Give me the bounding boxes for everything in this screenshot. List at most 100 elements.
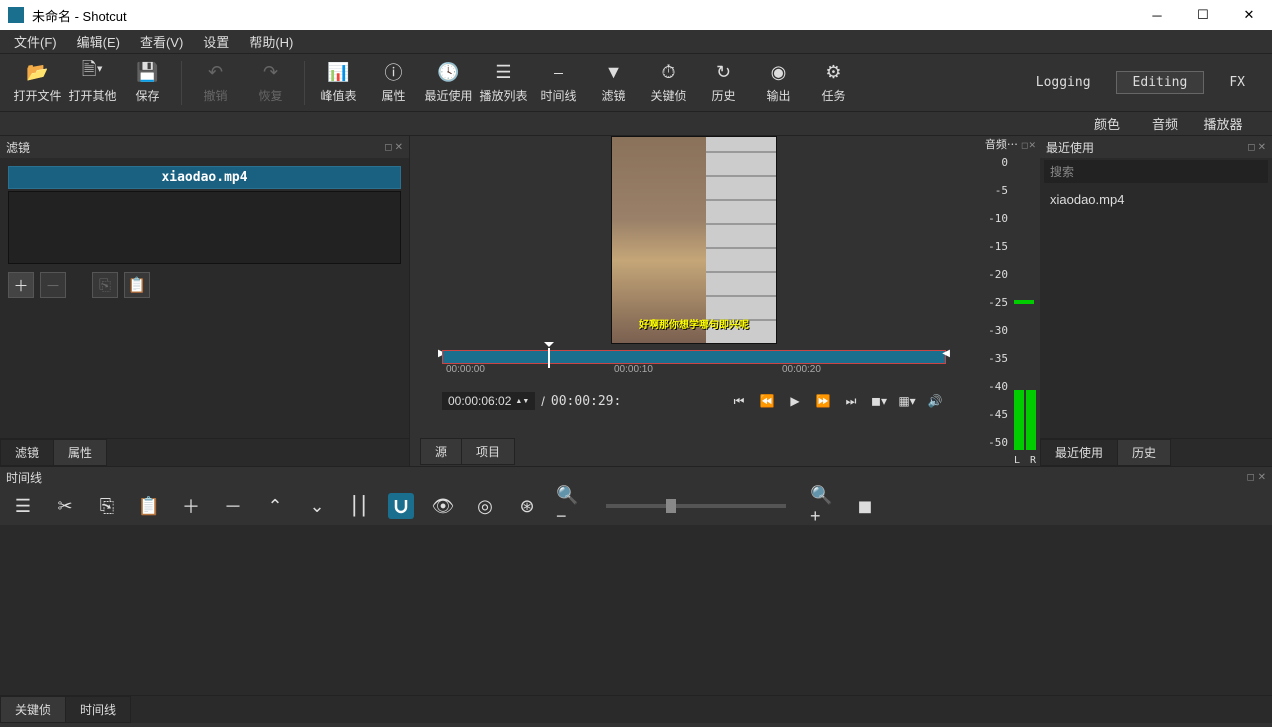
undock-icon[interactable]: ◻ (1247, 472, 1255, 483)
overwrite-button[interactable]: ⌄ (304, 493, 330, 519)
playlist-button[interactable]: ☰播放列表 (476, 56, 531, 110)
ripple-button[interactable]: ◎ (472, 493, 498, 519)
properties-button[interactable]: ⓘ属性 (366, 56, 421, 110)
redo-icon: ↷ (263, 61, 278, 83)
scrub-bar[interactable]: ▶ ◀ 00:00:00 00:00:10 00:00:20 (442, 350, 946, 386)
tab-source[interactable]: 源 (420, 438, 462, 465)
snap-button[interactable] (388, 493, 414, 519)
undo-icon: ↶ (208, 61, 223, 83)
peak-meter-button[interactable]: 📊峰值表 (311, 56, 366, 110)
menu-edit[interactable]: 编辑(E) (67, 30, 130, 53)
disc-icon: ◉ (771, 61, 787, 83)
tab-filters[interactable]: 滤镜 (0, 439, 54, 466)
zoom-dropdown[interactable]: ◼▾ (868, 390, 890, 412)
cut-button[interactable]: ✂ (52, 493, 78, 519)
player-panel: 好啊那你想学哪句即兴呢 ▶ ◀ 00:00:00 00:00:10 00:00:… (410, 136, 978, 466)
close-panel-icon[interactable]: ✕ (1258, 142, 1266, 153)
open-other-button[interactable]: 🗎▾打开其他 (65, 56, 120, 110)
timeline-button[interactable]: ⎯时间线 (531, 56, 586, 110)
ruler-tick: 00:00:10 (614, 364, 653, 375)
channel-row: 颜色 音频 播放器 (0, 112, 1272, 136)
lift-button[interactable]: ⌃ (262, 493, 288, 519)
out-marker-icon[interactable]: ◀ (942, 348, 950, 359)
open-file-button[interactable]: 📂打开文件 (10, 56, 65, 110)
video-preview[interactable]: 好啊那你想学哪句即兴呢 (611, 136, 777, 344)
close-button[interactable]: ✕ (1226, 0, 1272, 30)
audio-channel[interactable]: 音频 (1136, 114, 1194, 133)
zoom-in-button[interactable]: 🔍+ (810, 493, 836, 519)
tab-properties[interactable]: 属性 (53, 439, 107, 466)
db-label: -30 (984, 324, 1008, 337)
paste-button[interactable]: 📋 (136, 493, 162, 519)
save-button[interactable]: 💾保存 (120, 56, 175, 110)
tab-keyframes[interactable]: 关键侦 (0, 696, 66, 723)
history-button[interactable]: ↻历史 (696, 56, 751, 110)
skip-start-button[interactable]: ⏮ (728, 390, 750, 412)
menubar: 文件(F) 编辑(E) 查看(V) 设置 帮助(H) (0, 30, 1272, 54)
close-panel-icon[interactable]: ◻✕ (1021, 140, 1036, 150)
skip-end-button[interactable]: ⏭ (840, 390, 862, 412)
peak-indicator (1014, 300, 1034, 304)
minimize-button[interactable]: ─ (1134, 0, 1180, 30)
rewind-button[interactable]: ⏪ (756, 390, 778, 412)
tab-recent[interactable]: 最近使用 (1040, 439, 1118, 466)
add-filter-button[interactable]: ＋ (8, 272, 34, 298)
remove-filter-button[interactable]: － (40, 272, 66, 298)
tab-project[interactable]: 项目 (461, 438, 515, 465)
undo-button[interactable]: ↶撤销 (188, 56, 243, 110)
maximize-button[interactable]: ☐ (1180, 0, 1226, 30)
clock-icon: 🕓 (437, 61, 459, 83)
export-button[interactable]: ◉输出 (751, 56, 806, 110)
db-scale: 0-5-10-15-20-25-30-35-40-45-50 (978, 156, 1040, 426)
close-panel-icon[interactable]: ✕ (395, 142, 403, 153)
recent-panel-title: 最近使用 (1046, 139, 1094, 156)
keyframes-button[interactable]: ⏱关键侦 (641, 56, 696, 110)
menu-button[interactable]: ☰ (10, 493, 36, 519)
remove-button[interactable]: － (220, 493, 246, 519)
append-button[interactable]: ＋ (178, 493, 204, 519)
menu-settings[interactable]: 设置 (193, 30, 239, 53)
grid-dropdown[interactable]: ▦▾ (896, 390, 918, 412)
volume-button[interactable]: 🔊 (924, 390, 946, 412)
zoom-fit-button[interactable]: ◼ (852, 493, 878, 519)
recent-item[interactable]: xiaodao.mp4 (1048, 189, 1264, 210)
player-channel[interactable]: 播放器 (1194, 114, 1252, 133)
filters-button[interactable]: ▼滤镜 (586, 56, 641, 110)
tab-history[interactable]: 历史 (1117, 439, 1171, 466)
close-panel-icon[interactable]: ✕ (1258, 472, 1266, 483)
paste-filter-button[interactable]: 📋 (124, 272, 150, 298)
zoom-slider[interactable] (606, 504, 786, 508)
timeline-tracks[interactable] (0, 525, 1272, 695)
list-icon: ☰ (495, 61, 511, 83)
redo-button[interactable]: ↷恢复 (243, 56, 298, 110)
search-input[interactable]: 搜索 (1044, 160, 1268, 183)
scrub-audio-button[interactable]: 👁 (430, 493, 456, 519)
copy-button[interactable]: ⎘ (94, 493, 120, 519)
split-button[interactable]: ⎮⎮ (346, 493, 372, 519)
logging-mode[interactable]: Logging (1019, 71, 1108, 94)
db-label: -25 (984, 296, 1008, 309)
undock-icon[interactable]: ◻ (1247, 142, 1255, 153)
play-button[interactable]: ▶ (784, 390, 806, 412)
undock-icon[interactable]: ◻ (384, 142, 392, 153)
copy-filter-button[interactable]: ⎘ (92, 272, 118, 298)
forward-button[interactable]: ⏩ (812, 390, 834, 412)
editing-mode[interactable]: Editing (1116, 71, 1205, 94)
menu-file[interactable]: 文件(F) (4, 30, 67, 53)
db-label: -50 (984, 436, 1008, 449)
tab-timeline[interactable]: 时间线 (65, 696, 131, 723)
recent-button[interactable]: 🕓最近使用 (421, 56, 476, 110)
selected-clip-name[interactable]: xiaodao.mp4 (8, 166, 401, 189)
menu-view[interactable]: 查看(V) (130, 30, 193, 53)
filter-list[interactable] (8, 191, 401, 264)
meter-bars (1014, 390, 1036, 450)
color-channel[interactable]: 颜色 (1078, 114, 1136, 133)
db-label: -40 (984, 380, 1008, 393)
menu-help[interactable]: 帮助(H) (239, 30, 303, 53)
jobs-button[interactable]: ⚙任务 (806, 56, 861, 110)
zoom-out-button[interactable]: 🔍− (556, 493, 582, 519)
fx-mode[interactable]: FX (1212, 71, 1262, 94)
timecode-input[interactable]: 00:00:06:02▲▼ (442, 392, 535, 410)
ripple-all-button[interactable]: ⊛ (514, 493, 540, 519)
meter-icon: 📊 (327, 61, 349, 83)
